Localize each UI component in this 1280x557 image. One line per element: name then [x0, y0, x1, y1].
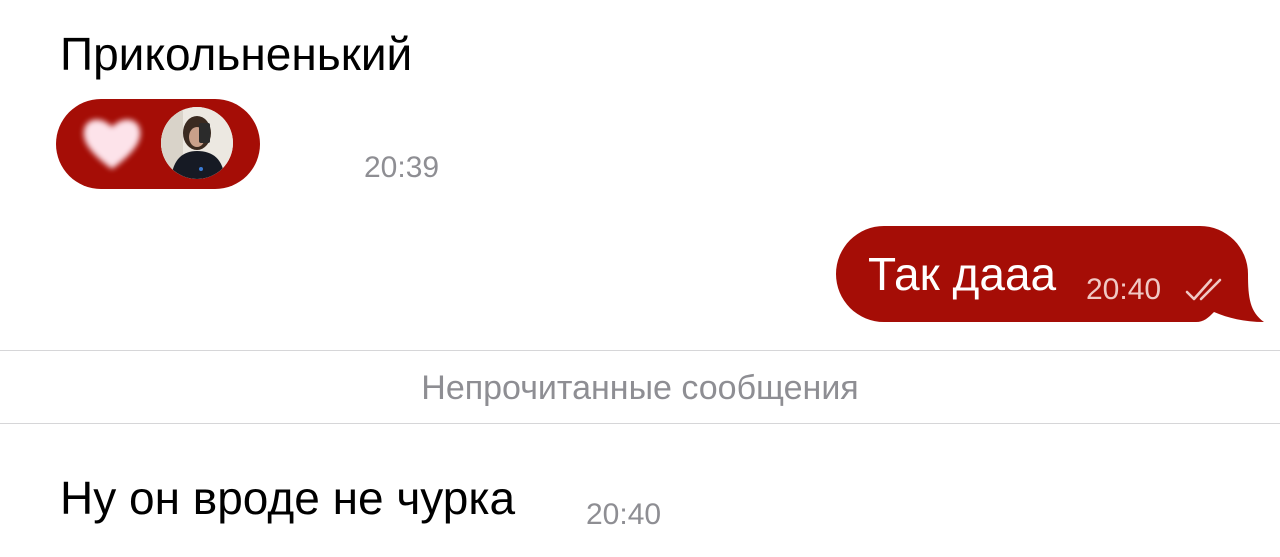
- message-time: 20:40: [1086, 273, 1162, 306]
- unread-separator: Непрочитанные сообщения: [0, 350, 1280, 424]
- double-check-icon: [1184, 277, 1228, 308]
- message-text: Прикольненький: [60, 28, 413, 80]
- heart-icon: [80, 113, 144, 173]
- message-outgoing-bubble[interactable]: Так дааа 20:40: [836, 226, 1264, 322]
- message-time: 20:40: [586, 498, 662, 531]
- message-text: Так дааа: [868, 248, 1057, 300]
- reaction-pill[interactable]: [56, 99, 260, 189]
- message-text: Ну он вроде не чурка: [60, 472, 516, 524]
- unread-separator-label: Непрочитанные сообщения: [421, 369, 859, 407]
- message-incoming-text[interactable]: Ну он вроде не чурка: [60, 470, 515, 526]
- message-incoming-text[interactable]: Прикольненький: [60, 26, 412, 82]
- avatar[interactable]: [161, 107, 233, 179]
- reaction-time: 20:39: [364, 151, 440, 184]
